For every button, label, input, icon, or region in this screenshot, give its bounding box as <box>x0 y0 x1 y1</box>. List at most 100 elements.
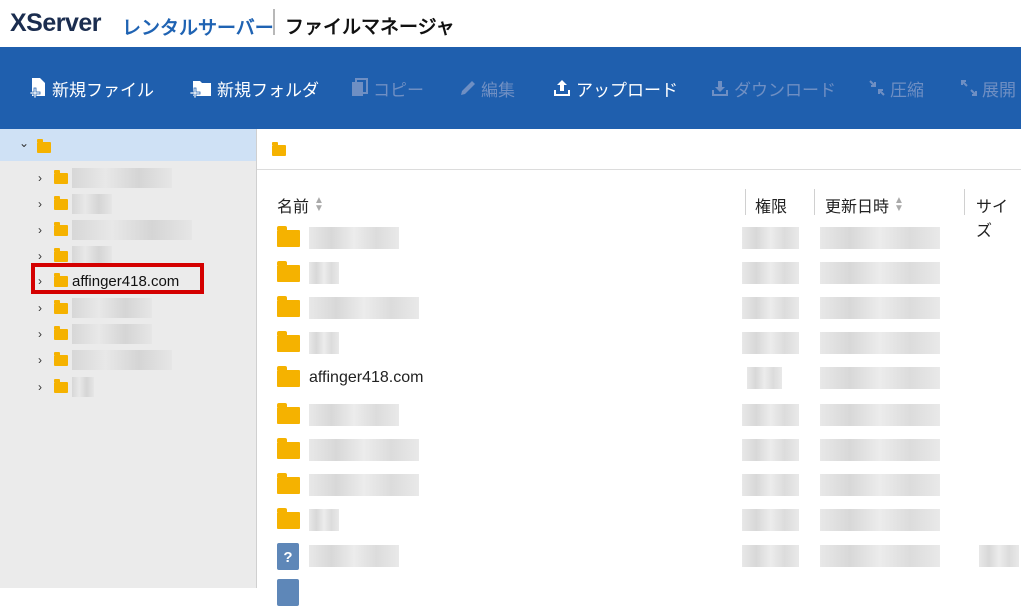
blurred-folder-name <box>72 350 172 370</box>
upload-label: アップロード <box>576 80 678 100</box>
table-row[interactable] <box>257 292 1021 328</box>
folder-icon <box>54 325 68 340</box>
blurred-cell <box>820 367 940 389</box>
chevron-right-icon[interactable]: › <box>38 249 50 263</box>
blurred-cell <box>309 262 339 284</box>
blurred-folder-name <box>72 220 192 240</box>
new-file-label: 新規ファイル <box>52 80 154 100</box>
file-name: affinger418.com <box>309 369 424 386</box>
folder-icon <box>277 438 300 459</box>
blurred-cell <box>820 262 940 284</box>
chevron-right-icon[interactable]: › <box>38 327 50 341</box>
folder-icon <box>37 139 51 153</box>
blurred-cell <box>820 332 940 354</box>
column-permission[interactable]: 権限 <box>755 193 787 217</box>
folder-icon <box>54 351 68 366</box>
tree-item[interactable]: › <box>38 217 192 243</box>
tree-item[interactable]: › <box>38 321 152 347</box>
blurred-cell <box>742 332 799 354</box>
table-row[interactable] <box>257 434 1021 470</box>
chevron-right-icon[interactable]: › <box>38 197 50 211</box>
new-file-button[interactable]: 新規ファイル <box>28 47 154 129</box>
blurred-cell <box>979 545 1019 567</box>
toolbar: 新規ファイル 新規フォルダ コピー 編集 アップロード ダウンロード 圧縮 展開 <box>0 47 1021 129</box>
blurred-cell <box>309 545 399 567</box>
upload-button[interactable]: アップロード <box>552 47 678 129</box>
download-button[interactable]: ダウンロード <box>710 47 836 129</box>
pencil-icon <box>461 81 475 95</box>
table-header: 名前 ▲ ▼ 権限 更新日時 ▲ ▼ サイズ <box>257 187 1021 240</box>
blurred-cell <box>820 439 940 461</box>
chevron-right-icon[interactable]: › <box>38 171 50 185</box>
column-divider[interactable] <box>814 189 815 215</box>
tree-item[interactable]: › <box>38 165 172 191</box>
copy-icon <box>352 78 368 96</box>
chevron-right-icon[interactable]: › <box>38 380 50 394</box>
blurred-cell <box>747 367 782 389</box>
folder-icon <box>277 473 300 494</box>
copy-label: コピー <box>373 80 424 100</box>
blurred-cell <box>309 439 419 461</box>
folder-icon <box>277 366 300 387</box>
folder-icon <box>277 226 300 247</box>
blurred-cell <box>820 297 940 319</box>
table-row[interactable] <box>257 257 1021 293</box>
download-label: ダウンロード <box>734 80 836 100</box>
tree-root-item[interactable]: ⌄ <box>0 129 256 161</box>
edit-button[interactable]: 編集 <box>459 47 515 129</box>
blurred-cell <box>309 509 339 531</box>
folder-icon <box>277 331 300 352</box>
download-icon <box>712 81 728 96</box>
new-folder-button[interactable]: 新規フォルダ <box>189 47 319 129</box>
column-name[interactable]: 名前 ▲ ▼ <box>277 193 324 217</box>
tree-item[interactable]: › <box>38 374 94 400</box>
column-modified[interactable]: 更新日時 ▲ ▼ <box>825 193 904 217</box>
table-row[interactable] <box>257 327 1021 363</box>
blurred-folder-name <box>72 194 112 214</box>
table-row-affinger[interactable]: affinger418.com <box>257 362 1021 398</box>
table-row[interactable] <box>257 399 1021 435</box>
blurred-cell <box>742 509 799 531</box>
folder-icon <box>277 261 300 282</box>
table-row[interactable] <box>257 222 1021 258</box>
sort-icon: ▲ ▼ <box>314 195 324 214</box>
folder-icon <box>54 299 68 314</box>
blurred-cell <box>309 332 339 354</box>
blurred-cell <box>820 404 940 426</box>
tree-item[interactable]: › <box>38 347 172 373</box>
new-folder-label: 新規フォルダ <box>217 80 319 100</box>
tree-item[interactable]: › <box>38 191 112 217</box>
column-divider[interactable] <box>964 189 965 215</box>
folder-icon <box>54 247 68 262</box>
blurred-cell <box>820 227 940 249</box>
chevron-down-icon[interactable]: ⌄ <box>19 136 31 150</box>
tree-item[interactable]: › <box>38 295 152 321</box>
folder-icon <box>54 221 68 236</box>
blurred-folder-name <box>72 168 172 188</box>
blurred-cell <box>820 474 940 496</box>
table-row[interactable] <box>257 504 1021 540</box>
column-divider[interactable] <box>745 189 746 215</box>
blurred-cell <box>742 474 799 496</box>
top-header: XServer レンタルサーバー ファイルマネージャ <box>0 0 1021 47</box>
table-row[interactable] <box>257 469 1021 505</box>
blurred-cell <box>742 545 799 567</box>
expand-button[interactable]: 展開 <box>960 47 1016 129</box>
blurred-folder-name <box>72 377 94 397</box>
edit-label: 編集 <box>481 80 515 100</box>
compress-button[interactable]: 圧縮 <box>868 47 924 129</box>
file-icon <box>277 579 299 606</box>
xserver-logo: XServer <box>10 9 102 37</box>
folder-tree: ⌄ › › › › › affinger418.com › › › › <box>0 129 257 588</box>
folder-icon <box>277 508 300 529</box>
blurred-cell <box>742 297 799 319</box>
chevron-right-icon[interactable]: › <box>38 223 50 237</box>
table-row[interactable]: ? <box>257 540 1021 576</box>
compress-label: 圧縮 <box>890 80 924 100</box>
copy-button[interactable]: コピー <box>351 47 424 129</box>
folder-icon[interactable] <box>272 142 286 156</box>
table-row[interactable] <box>257 576 1021 612</box>
chevron-right-icon[interactable]: › <box>38 353 50 367</box>
chevron-right-icon[interactable]: › <box>38 301 50 315</box>
blurred-cell <box>820 509 940 531</box>
